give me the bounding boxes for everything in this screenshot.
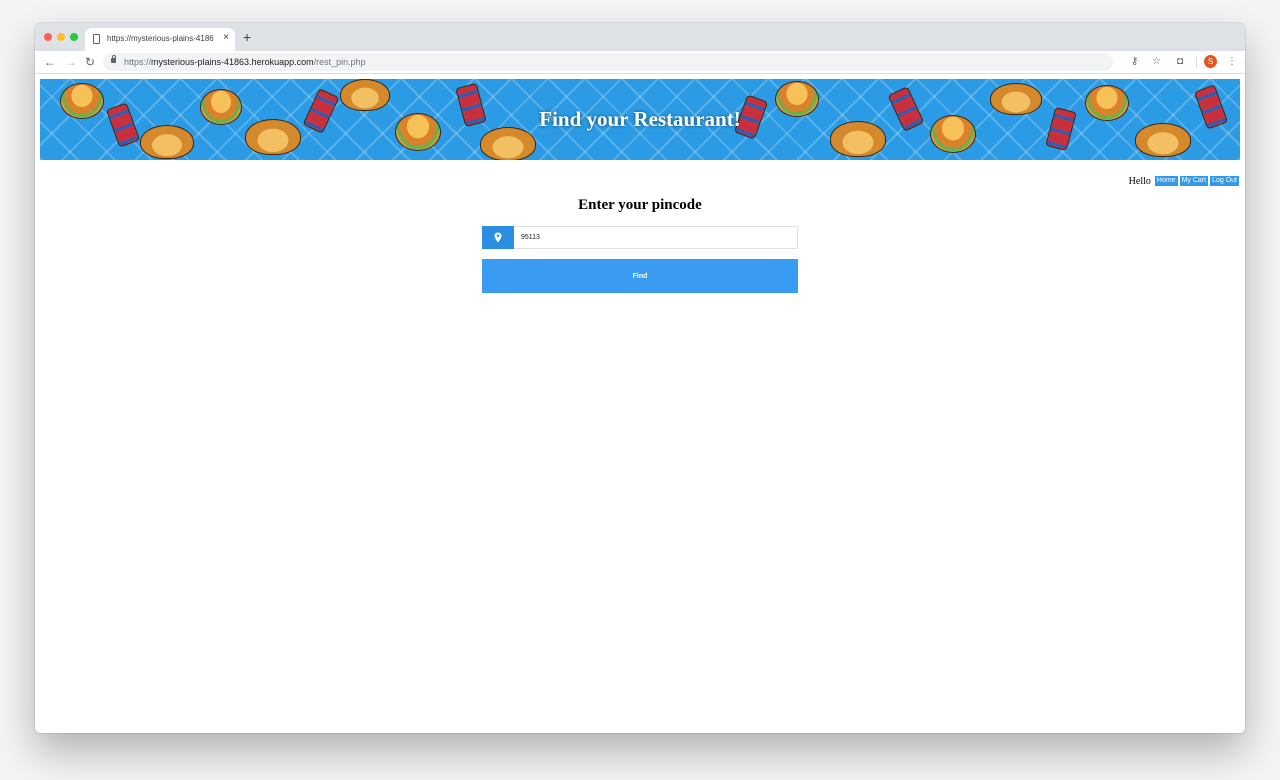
url-host: mysterious-plains-41863.herokuapp.com: [151, 57, 314, 67]
page-content: Find your Restaurant! Hello Home My Cart…: [35, 74, 1245, 733]
key-icon[interactable]: ⚷: [1131, 54, 1138, 70]
home-link[interactable]: Home: [1154, 176, 1178, 186]
url-scheme: https://: [124, 57, 152, 67]
banner-title: Find your Restaurant!: [539, 107, 741, 131]
url-path: /rest_pin.php: [313, 57, 366, 67]
maximize-window-button[interactable]: [70, 33, 78, 41]
minimize-window-button[interactable]: [57, 33, 65, 41]
browser-toolbar: ← → ↻ https://mysterious-plains-41863.he…: [35, 51, 1245, 74]
address-bar[interactable]: https://mysterious-plains-41863.herokuap…: [103, 53, 1113, 71]
log-out-link[interactable]: Log Out: [1210, 176, 1239, 186]
profile-avatar[interactable]: S: [1204, 55, 1217, 68]
lock-icon: [111, 55, 116, 63]
url-text[interactable]: https://mysterious-plains-41863.herokuap…: [124, 56, 366, 68]
toolbar-divider: [1196, 56, 1197, 68]
menu-icon[interactable]: ⋮: [1227, 54, 1237, 70]
close-window-button[interactable]: [44, 33, 52, 41]
greeting-text: Hello: [1128, 175, 1151, 187]
back-icon[interactable]: ←: [44, 54, 56, 70]
tab-close-icon[interactable]: ×: [223, 32, 229, 44]
my-cart-link[interactable]: My Cart: [1179, 176, 1209, 186]
pincode-field-group: [482, 226, 798, 249]
star-icon[interactable]: ☆: [1152, 54, 1161, 70]
user-bar: Hello Home My Cart Log Out: [1129, 175, 1239, 187]
page-icon: [93, 34, 100, 44]
tab-strip: https://mysterious-plains-4186 × +: [35, 23, 1245, 51]
browser-tab[interactable]: https://mysterious-plains-4186 ×: [85, 28, 235, 51]
pincode-input[interactable]: [514, 226, 798, 249]
camera-icon[interactable]: ◘: [1177, 54, 1183, 70]
page-heading: Enter your pincode: [578, 197, 702, 213]
location-icon-box: [482, 226, 514, 249]
map-pin-icon: [494, 232, 502, 243]
banner: Find your Restaurant!: [40, 79, 1240, 160]
browser-window: https://mysterious-plains-4186 × + ← → ↻…: [35, 23, 1245, 733]
reload-icon[interactable]: ↻: [85, 54, 95, 70]
forward-icon[interactable]: →: [65, 54, 77, 70]
new-tab-icon[interactable]: +: [243, 29, 251, 45]
tab-title: https://mysterious-plains-4186: [107, 34, 214, 43]
find-button[interactable]: Find: [482, 259, 798, 293]
